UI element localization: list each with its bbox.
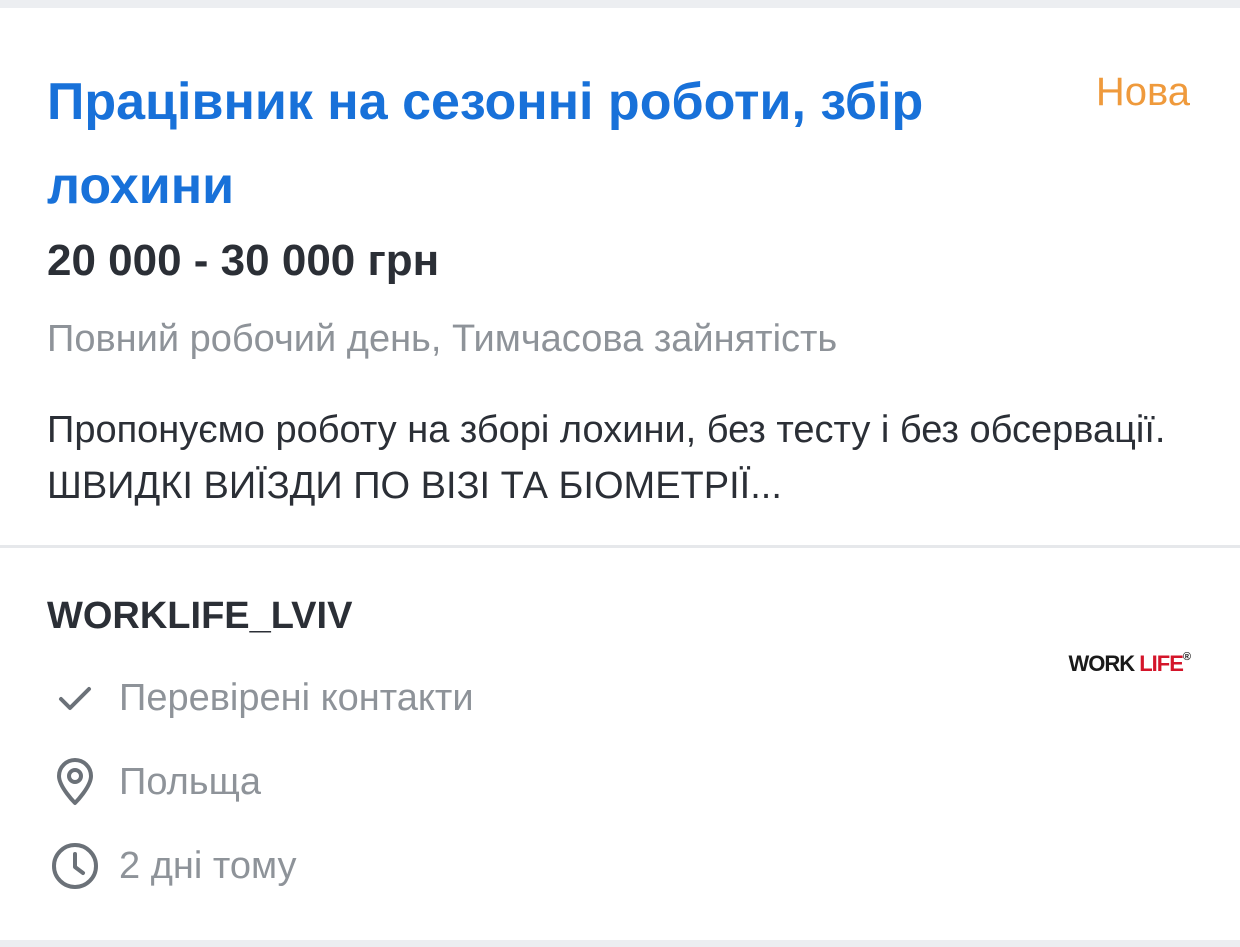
vacancy-summary: Працівник на сезонні роботи, збір лохини… bbox=[0, 8, 1240, 545]
logo-registered-mark: ® bbox=[1182, 651, 1191, 663]
posted-time-label: 2 дні тому bbox=[119, 844, 297, 887]
location: Польща bbox=[47, 752, 261, 812]
logo-text-life: LIFE bbox=[1139, 651, 1184, 676]
clock-icon bbox=[47, 838, 103, 894]
location-label: Польща bbox=[119, 760, 261, 803]
vacancy-description: Пропонуємо роботу на зборі лохини, без т… bbox=[47, 409, 1166, 507]
posted-time: 2 дні тому bbox=[47, 836, 297, 896]
salary: 20 000 - 30 000 грн bbox=[47, 236, 440, 285]
vacancy-title[interactable]: Працівник на сезонні роботи, збір лохини bbox=[47, 60, 1007, 228]
company-name[interactable]: WORKLIFE_LVIV bbox=[47, 595, 352, 638]
employment-type: Повний робочий день, Тимчасова зайнятіст… bbox=[47, 318, 838, 360]
verified-contacts: Перевірені контакти bbox=[47, 668, 474, 728]
company-logo: WORK LIFE® bbox=[1068, 651, 1191, 677]
divider bbox=[0, 545, 1240, 548]
verified-contacts-label: Перевірені контакти bbox=[119, 676, 474, 719]
check-icon bbox=[47, 670, 103, 726]
logo-text-work: WORK bbox=[1068, 651, 1140, 676]
new-badge: Нова bbox=[1095, 70, 1190, 114]
location-pin-icon bbox=[47, 754, 103, 810]
vacancy-card[interactable]: Працівник на сезонні роботи, збір лохини… bbox=[0, 8, 1240, 940]
